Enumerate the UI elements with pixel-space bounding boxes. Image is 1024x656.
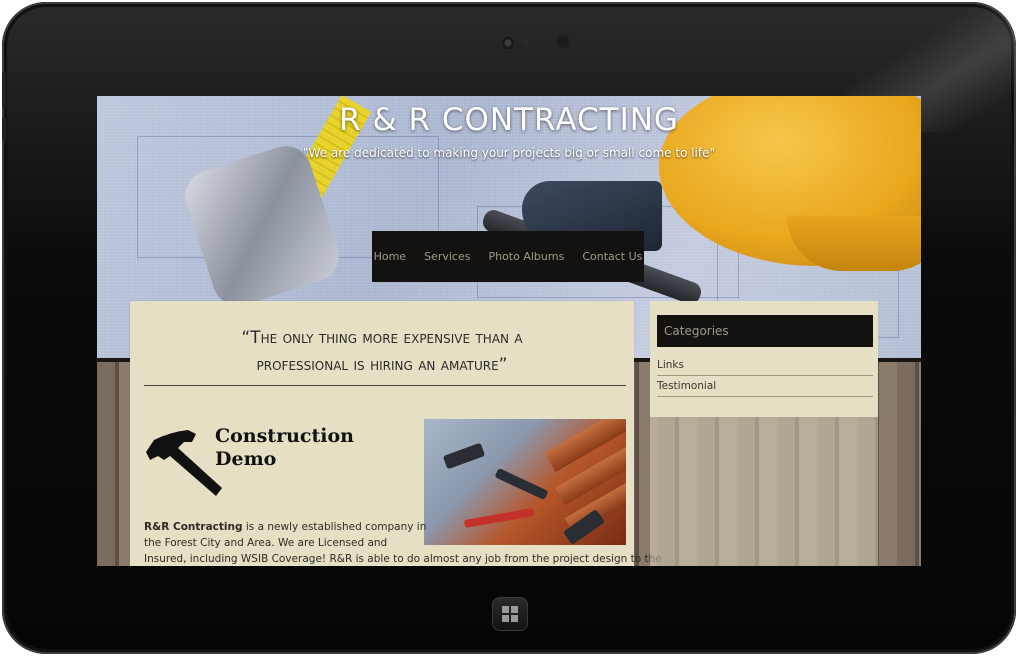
tablet-frame: R & R CONTRACTING "We are dedicated to m… [2,2,1016,654]
quote-line-1: “The only thing more expensive than a [241,328,523,348]
post-excerpt: R&R Contracting is a newly established c… [144,521,662,565]
windows-home-button[interactable] [492,597,528,631]
site-title: R & R CONTRACTING [339,102,679,138]
featured-quote: “The only thing more expensive than a pr… [140,325,624,379]
site-tagline: "We are dedicated to making your project… [303,146,715,160]
hammer-icon [146,430,222,496]
camera-icon [500,35,516,51]
windows-logo-icon [502,606,518,622]
category-links[interactable]: Links [657,359,873,376]
main-content: “The only thing more expensive than a pr… [130,301,662,566]
power-button[interactable] [2,117,6,141]
sidebar: Categories Links Testimonial [650,301,878,417]
camera-indicator [525,40,530,45]
post-title[interactable]: Construction Demo [215,425,375,471]
website-screen: R & R CONTRACTING "We are dedicated to m… [97,96,921,566]
nav-contact-us[interactable]: Contact Us [573,250,651,263]
nav-photo-albums[interactable]: Photo Albums [479,250,573,263]
categories-heading: Categories [657,315,873,347]
quote-line-2: professional is hiring an amature” [256,355,508,375]
main-navigation: Home Services Photo Albums Contact Us [372,231,644,282]
nav-home[interactable]: Home [365,250,415,263]
light-sensor [555,34,571,50]
post-company-name: R&R Contracting [144,521,243,533]
category-testimonial[interactable]: Testimonial [657,380,873,397]
nav-services[interactable]: Services [415,250,479,263]
volume-button[interactable] [2,72,6,108]
sidebar-lower-panel [650,417,878,566]
quote-divider [144,385,626,386]
